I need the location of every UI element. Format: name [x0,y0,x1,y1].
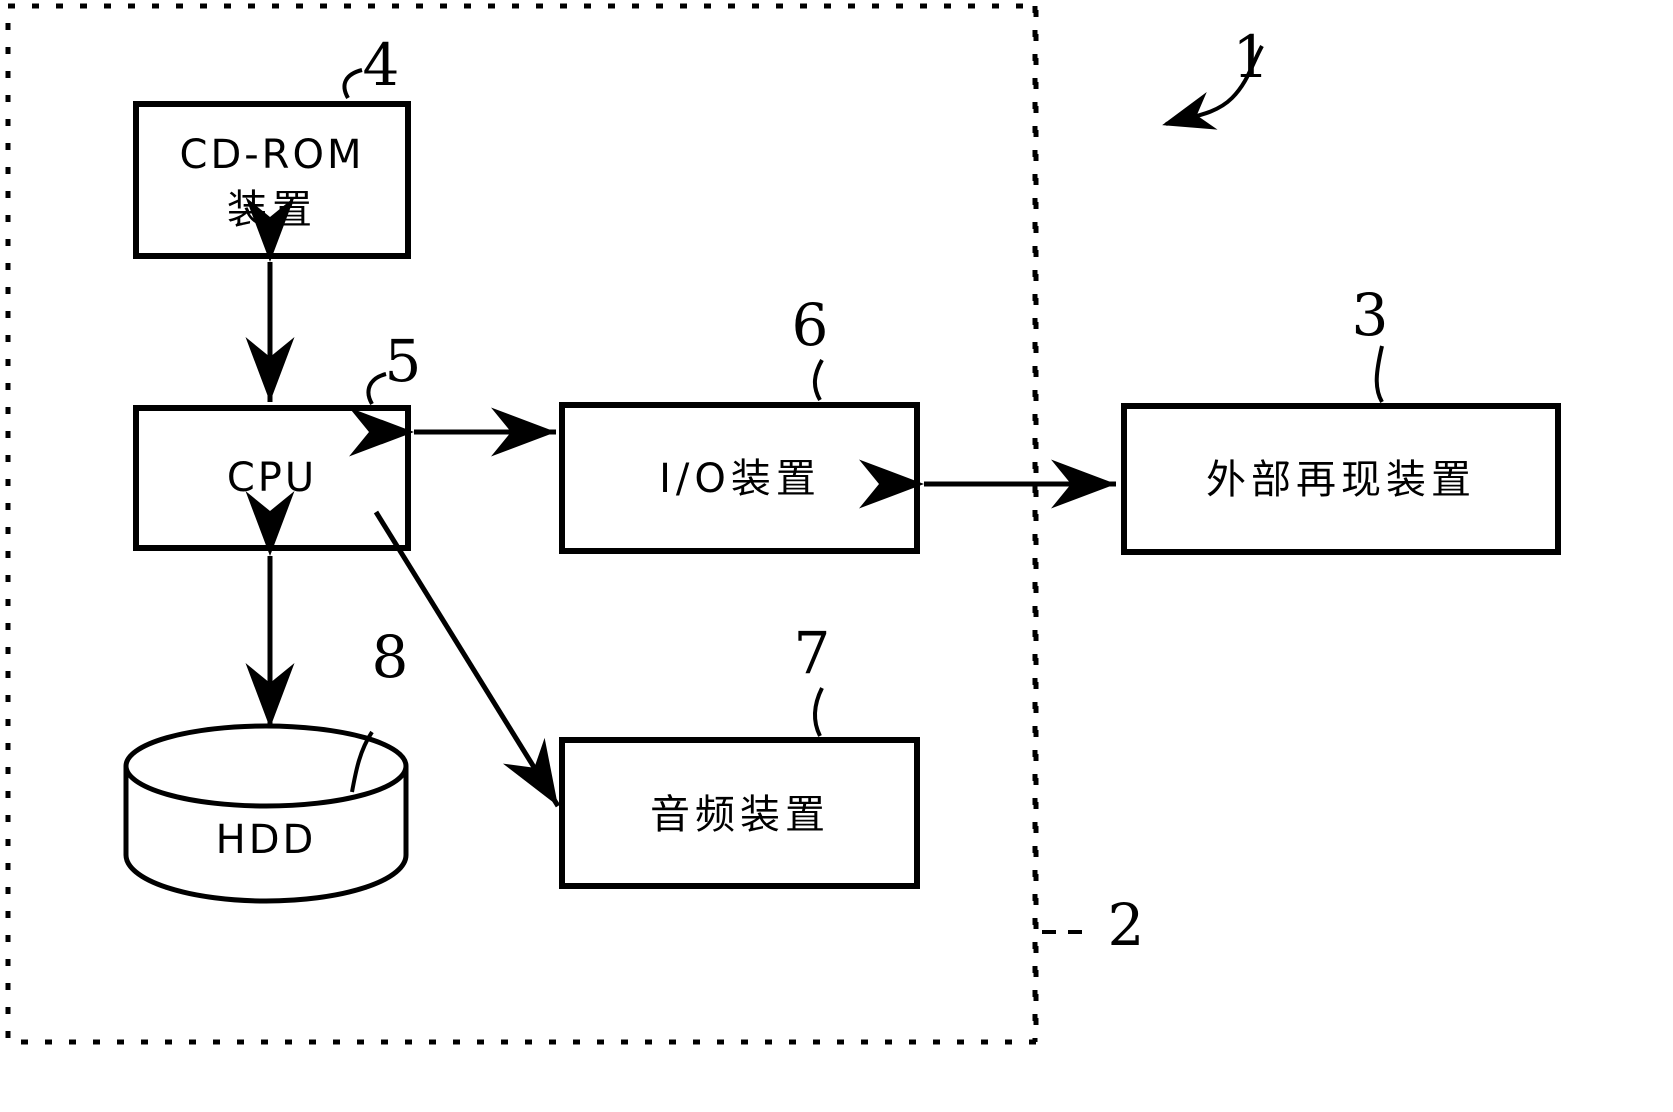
ref-numeral-5: 5 [385,327,422,395]
leader-line-ref-5 [366,372,387,405]
leader-line-ref-6 [813,359,824,401]
leader-line-ref-7 [813,687,824,737]
box-cdrom-label-line2: 装置 [227,187,317,233]
hdd-cylinder-top [123,723,409,809]
box-cdrom-label-line1: CD-ROM [180,132,365,178]
leader-line-ref-4 [342,68,363,99]
ref-numeral-7: 7 [794,619,831,687]
ref-numeral-4: 4 [363,31,400,99]
ref-numeral-6: 6 [792,291,829,359]
ref-numeral-8: 8 [372,623,409,691]
patent-figure-canvas: 1 CD-ROM 装置 4 CPU 5 I/O装置 6 外部再现装置 3 音频装… [0,0,1673,1112]
ref-numeral-1: 1 [1233,23,1270,91]
box-cdrom-device [133,101,411,259]
ref-numeral-2: 2 [1108,891,1145,959]
ref-numeral-3: 3 [1352,281,1389,349]
leader-line-ref-3 [1374,345,1384,403]
box-cpu-label: CPU [227,455,317,501]
box-audio-label: 音频装置 [650,792,830,838]
box-external-label: 外部再现装置 [1206,457,1476,503]
block-diagram-svg: 1 CD-ROM 装置 4 CPU 5 I/O装置 6 外部再现装置 3 音频装… [5,3,1561,1045]
box-io-label: I/O装置 [659,456,821,502]
box-hdd-label: HDD [216,817,317,863]
